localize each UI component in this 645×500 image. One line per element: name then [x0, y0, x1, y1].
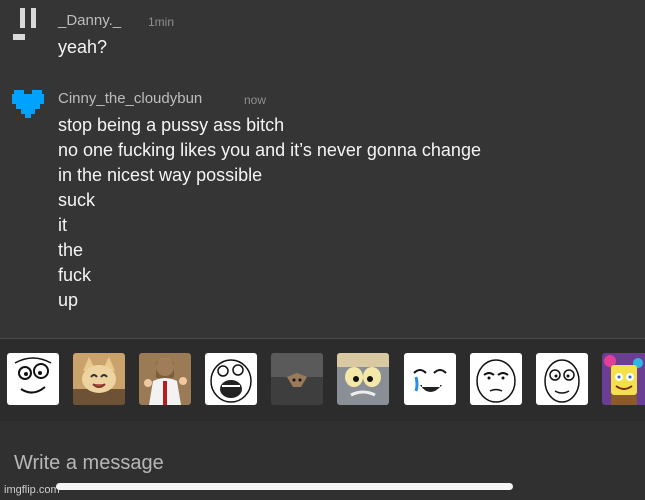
ceiling-cat-sticker[interactable]	[271, 353, 323, 405]
lol-rage-face-sticker[interactable]	[205, 353, 257, 405]
message-line: up	[58, 290, 79, 310]
message-line: it	[58, 215, 67, 235]
message-line: the	[58, 240, 84, 260]
imgflip-watermark: imgflip.com	[4, 484, 60, 496]
message-cinny: Cinny_the_cloudybun now stop being a pus…	[0, 80, 645, 320]
message-timestamp: now	[244, 93, 267, 107]
message-body: stop being a pussy ass bitch no one fuck…	[58, 113, 481, 313]
tom-cat-meme-sticker[interactable]	[337, 353, 389, 405]
sticker-picker[interactable]	[0, 338, 645, 422]
message-line: fuck	[58, 265, 92, 285]
message-username[interactable]: Cinny_the_cloudybun	[58, 90, 202, 107]
pause-bars-icon[interactable]	[12, 6, 42, 42]
message-body: yeah?	[58, 35, 107, 60]
buddy-christ-sticker[interactable]	[139, 353, 191, 405]
message-line: stop being a pussy ass bitch	[58, 115, 285, 135]
message-danny: _Danny._ 1min yeah?	[0, 0, 645, 70]
message-line: suck	[58, 190, 96, 210]
happy-cat-sticker[interactable]	[73, 353, 125, 405]
message-timestamp: 1min	[148, 15, 175, 29]
home-indicator[interactable]	[56, 483, 513, 490]
message-username[interactable]: _Danny._	[58, 12, 121, 29]
message-input[interactable]	[12, 447, 576, 479]
derp-rage-face-sticker[interactable]	[7, 353, 59, 405]
crying-happy-face-sticker[interactable]	[404, 353, 456, 405]
imagination-spongebob-sticker[interactable]	[602, 353, 645, 405]
okay-guy-sticker[interactable]	[470, 353, 522, 405]
me-gusta-sticker[interactable]	[536, 353, 588, 405]
message-line: in the nicest way possible	[58, 165, 263, 185]
message-line: no one fucking likes you and it’s never …	[58, 140, 481, 160]
message-line: yeah?	[58, 37, 108, 57]
blue-pixel-heart-icon[interactable]	[12, 86, 46, 120]
